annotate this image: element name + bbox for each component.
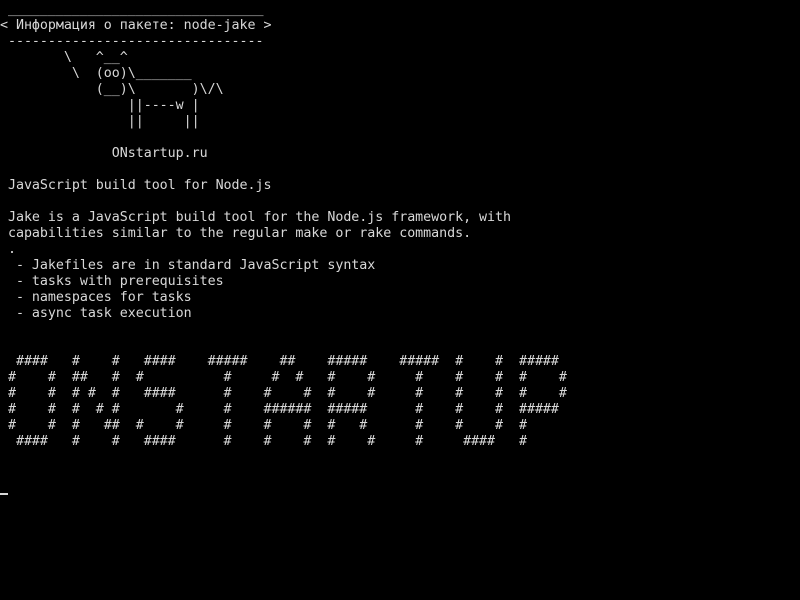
- terminal-output: ________________________________ < Инфор…: [0, 2, 567, 449]
- text-cursor: [0, 493, 8, 495]
- terminal-screen[interactable]: ________________________________ < Инфор…: [0, 0, 800, 600]
